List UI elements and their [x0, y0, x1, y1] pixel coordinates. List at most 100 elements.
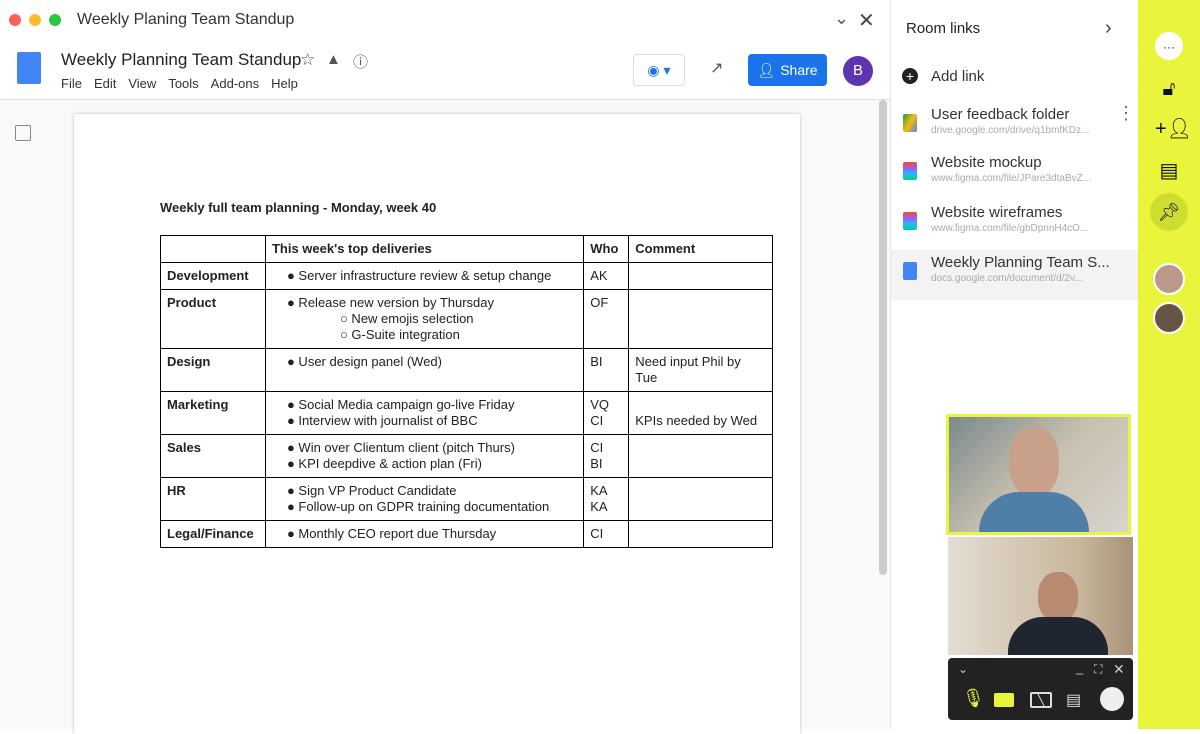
comment-cell: KPIs needed by Wed	[628, 391, 773, 435]
docs-logo-icon[interactable]	[17, 52, 41, 84]
room-link-item[interactable]: Weekly Planning Team S... docs.google.co…	[891, 250, 1139, 300]
header-cell	[160, 235, 266, 263]
table-row: Development ● Server infrastructure revi…	[160, 262, 773, 290]
room-link-item[interactable]: Website mockup www.figma.com/file/JPare3…	[891, 150, 1139, 200]
close-icon[interactable]: ✕	[858, 8, 875, 33]
delivery-item: ● Social Media campaign go-live Friday	[286, 397, 515, 412]
window-title: Weekly Planing Team Standup	[77, 11, 295, 28]
team-cell: Marketing	[160, 391, 266, 435]
who-cell: KA KA	[583, 477, 630, 521]
deliveries-cell: ● Social Media campaign go-live Friday ● …	[264, 391, 585, 435]
document-heading: Weekly full team planning - Monday, week…	[160, 200, 437, 215]
planning-table: This week's top deliveries Who Comment D…	[160, 235, 773, 548]
link-title: Website wireframes	[931, 204, 1063, 221]
chevron-right-icon[interactable]: ›	[1105, 17, 1112, 40]
room-link-item[interactable]: Website wireframes www.figma.com/file/gb…	[891, 200, 1139, 250]
call-controls: ⌄ _ ⛶ ✕ 🎙︎ ╲ ▤	[948, 658, 1133, 720]
outline-icon[interactable]	[15, 125, 31, 141]
fullscreen-icon[interactable]: ⛶	[1094, 662, 1102, 677]
who-cell: BI	[583, 348, 630, 392]
info-icon[interactable]: ⓘ	[353, 51, 368, 72]
participant-avatar[interactable]	[1153, 263, 1185, 295]
comment-cell	[628, 520, 773, 548]
self-avatar[interactable]	[1100, 687, 1124, 711]
delivery-item: ● Win over Clientum client (pitch Thurs)	[286, 440, 515, 455]
maximize-window-button[interactable]	[49, 14, 61, 26]
side-rail: ··· 🔓︎ +👤︎ ▤ 📌︎	[1138, 0, 1200, 729]
comment-cell	[628, 434, 773, 478]
participant-body	[979, 492, 1089, 532]
participant-avatar[interactable]	[1153, 302, 1185, 334]
team-cell: Design	[160, 348, 266, 392]
document-title[interactable]: Weekly Planning Team Standup	[61, 50, 301, 70]
delivery-item: ● Follow-up on GDPR training documentati…	[286, 499, 550, 514]
deliveries-cell: ● User design panel (Wed)	[264, 348, 585, 392]
microphone-icon[interactable]: 🎙︎	[962, 688, 985, 709]
figma-icon	[903, 212, 917, 230]
link-title: Weekly Planning Team S...	[931, 254, 1110, 271]
participant-face	[1038, 572, 1078, 622]
video-tile[interactable]	[948, 537, 1133, 655]
team-cell: Legal/Finance	[160, 520, 266, 548]
link-url: docs.google.com/document/d/2v...	[931, 273, 1083, 284]
star-icon[interactable]: ☆	[300, 50, 315, 70]
menu-view[interactable]: View	[128, 76, 156, 91]
camera-icon[interactable]	[994, 693, 1014, 707]
menu-help[interactable]: Help	[271, 76, 298, 91]
comment-cell	[628, 262, 773, 290]
minimize-icon[interactable]: _	[1076, 660, 1083, 675]
comment-cell: Need input Phil by Tue	[628, 348, 773, 392]
team-cell: Sales	[160, 434, 266, 478]
docs-header: Weekly Planning Team Standup ☆ ▲ ⓘ File …	[0, 42, 890, 100]
table-header-row: This week's top deliveries Who Comment	[160, 235, 773, 263]
chat-bubble-icon[interactable]: ···	[1155, 32, 1183, 60]
link-title: Website mockup	[931, 154, 1042, 171]
drive-icon	[903, 114, 917, 132]
header-cell: Who	[583, 235, 630, 263]
minimize-window-button[interactable]	[29, 14, 41, 26]
menu-tools[interactable]: Tools	[168, 76, 198, 91]
delivery-item: ○ G-Suite integration	[339, 327, 460, 342]
chevron-down-icon[interactable]: ⌄	[834, 8, 849, 29]
menu-edit[interactable]: Edit	[94, 76, 116, 91]
view-mode-button[interactable]: ◉ ▾	[633, 54, 685, 86]
link-url: www.figma.com/file/gbDpnnH4cO...	[931, 223, 1089, 234]
header-cell: This week's top deliveries	[264, 235, 585, 263]
delivery-item: ● Interview with journalist of BBC	[286, 413, 478, 428]
person-icon: 👤︎	[757, 61, 776, 78]
chat-icon[interactable]: ▤	[1066, 690, 1081, 710]
deliveries-cell: ● Release new version by Thursday ○ New e…	[264, 289, 585, 349]
lock-icon[interactable]: 🔓︎	[1155, 75, 1183, 103]
account-avatar[interactable]: B	[843, 56, 873, 86]
screenshare-off-icon[interactable]: ╲	[1030, 692, 1052, 708]
more-options-icon[interactable]: ⋮	[1117, 104, 1135, 122]
delivery-item: ● Sign VP Product Candidate	[286, 483, 457, 498]
participant-body	[1008, 617, 1108, 655]
link-title: User feedback folder	[931, 106, 1070, 123]
collapse-icon[interactable]: ⌄	[958, 662, 968, 676]
who-cell: VQ CI	[583, 391, 630, 435]
docs-icon	[903, 262, 917, 280]
add-link-button[interactable]: Add link	[931, 68, 984, 85]
menu-addons[interactable]: Add-ons	[211, 76, 259, 91]
move-to-drive-icon[interactable]: ▲	[326, 51, 341, 68]
room-link-item[interactable]: User feedback folder drive.google.com/dr…	[891, 102, 1139, 152]
header-cell: Comment	[628, 235, 773, 263]
close-window-button[interactable]	[9, 14, 21, 26]
add-icon[interactable]: +	[902, 68, 918, 84]
participant-face	[1009, 427, 1059, 497]
activity-trend-icon[interactable]: ↗	[710, 58, 723, 78]
share-button[interactable]: 👤︎ Share	[748, 54, 827, 86]
delivery-item: ○ New emojis selection	[339, 311, 474, 326]
message-icon[interactable]: ▤	[1155, 157, 1183, 185]
deliveries-cell: ● Monthly CEO report due Thursday	[264, 520, 585, 548]
document-scrollbar[interactable]	[879, 100, 887, 575]
close-call-icon[interactable]: ✕	[1113, 661, 1125, 678]
pin-icon[interactable]: 📌︎	[1150, 193, 1188, 231]
menu-file[interactable]: File	[61, 76, 82, 91]
link-url: www.figma.com/file/JPare3dtaBvZ...	[931, 173, 1092, 184]
video-tile-active[interactable]	[946, 414, 1131, 535]
add-person-icon[interactable]: +👤︎	[1155, 115, 1192, 143]
table-row: Design ● User design panel (Wed) BI Need…	[160, 348, 773, 392]
table-row: HR ● Sign VP Product Candidate ● Follow-u…	[160, 477, 773, 521]
